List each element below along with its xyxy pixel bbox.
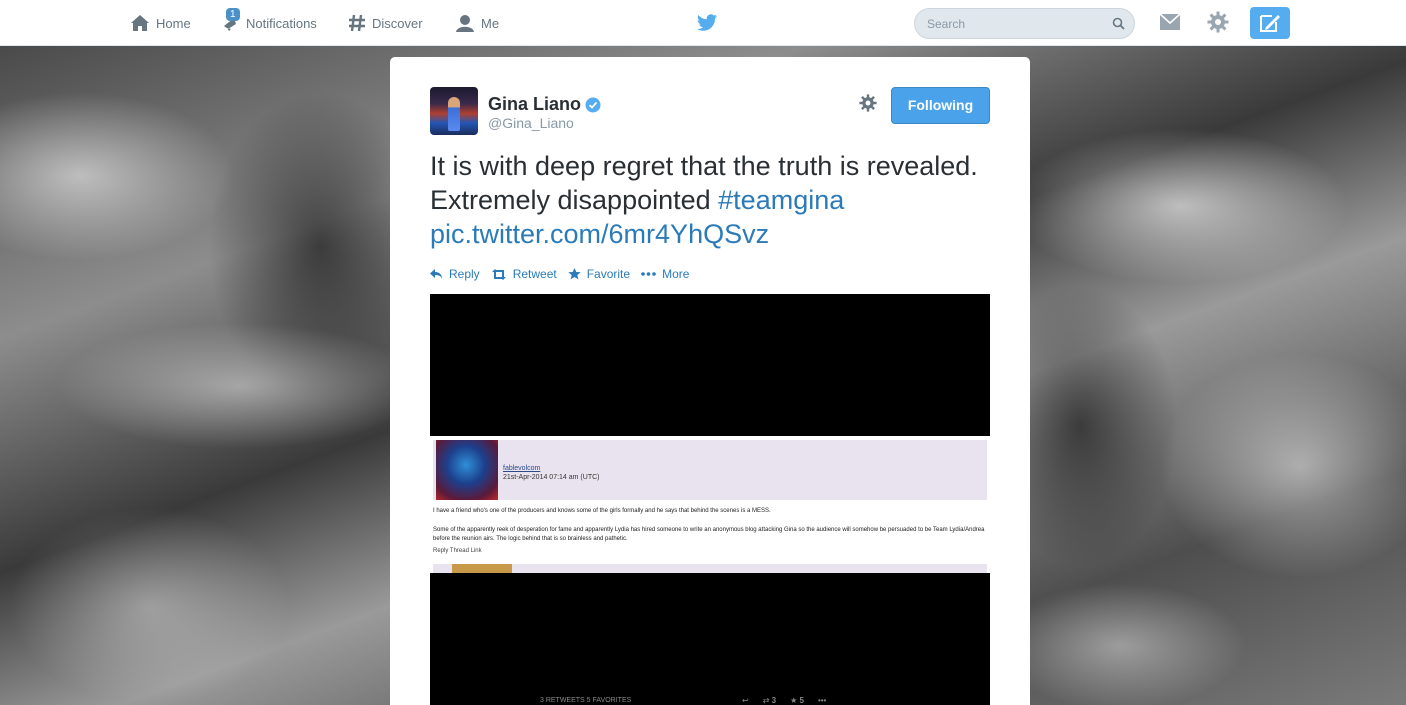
media-footer: 3 RETWEETS 5 FAVORITES ↩ ⇄ 3 ★ 5 ••• <box>430 696 990 705</box>
retweet-label: Retweet <box>512 267 557 281</box>
screenshot-divider <box>433 564 987 573</box>
reply-icon <box>430 268 442 279</box>
compose-tweet-button[interactable] <box>1250 7 1290 39</box>
avatar-figure <box>448 97 460 131</box>
retweet-icon <box>491 268 506 280</box>
favorite-label: Favorite <box>586 267 631 281</box>
hashtag-link[interactable]: #teamgina <box>718 185 844 215</box>
nav-discover[interactable]: Discover <box>348 12 423 34</box>
media-retweet-number: 3 <box>771 696 777 705</box>
settings-icon[interactable] <box>1207 11 1229 33</box>
search-icon[interactable] <box>1112 17 1125 30</box>
retweet-action[interactable]: Retweet <box>491 267 557 281</box>
pic-link[interactable]: pic.twitter.com/6mr4YhQSvz <box>430 219 769 249</box>
home-icon <box>131 15 149 31</box>
nav-home[interactable]: Home <box>130 12 191 34</box>
more-icon <box>641 272 656 276</box>
media-favorite-count[interactable]: ★ 5 <box>790 696 804 705</box>
avatar[interactable] <box>430 87 478 135</box>
nav-home-label: Home <box>156 15 191 31</box>
screenshot-line: I have a friend who's one of the produce… <box>433 508 771 514</box>
tweet-text: It is with deep regret that the truth is… <box>430 149 1000 251</box>
verified-icon <box>585 97 601 112</box>
tweet-text-body: It is with deep regret that the truth is… <box>430 151 978 215</box>
nav-me-label: Me <box>481 15 500 31</box>
tweet-media-image[interactable]: fablevolcom 21st-Apr-2014 07:14 am (UTC)… <box>430 294 990 705</box>
search-box <box>914 8 1135 39</box>
media-favorite-number: 5 <box>799 696 804 705</box>
more-action[interactable]: More <box>641 267 689 281</box>
screenshot-avatar <box>436 440 498 500</box>
screenshot-date: 21st-Apr-2014 07:14 am (UTC) <box>503 474 600 481</box>
media-retweet-count[interactable]: ⇄ 3 <box>763 696 776 705</box>
me-icon <box>456 15 474 32</box>
favorite-icon <box>568 268 581 280</box>
screenshot-content: fablevolcom 21st-Apr-2014 07:14 am (UTC)… <box>430 436 990 573</box>
screenshot-links: Reply Thread Link <box>433 548 482 554</box>
notifications-badge: 1 <box>226 8 240 21</box>
messages-icon[interactable] <box>1159 11 1181 33</box>
media-footer-actions: ↩ ⇄ 3 ★ 5 ••• <box>742 696 840 705</box>
screenshot-paragraph: Some of the apparently reek of desperati… <box>433 527 985 542</box>
nav-me[interactable]: Me <box>455 12 499 34</box>
tweet-actions: Reply Retweet Favorite More <box>430 267 700 281</box>
reply-label: Reply <box>449 267 480 281</box>
media-more-icon[interactable]: ••• <box>818 696 826 705</box>
screenshot-thumbnail <box>452 564 512 573</box>
nav-discover-label: Discover <box>372 15 423 31</box>
user-actions-gear-icon[interactable] <box>859 94 877 112</box>
nav-notifications-label: Notifications <box>246 15 317 31</box>
more-label: More <box>662 267 690 281</box>
reply-action[interactable]: Reply <box>430 267 480 281</box>
favorite-action[interactable]: Favorite <box>568 267 630 281</box>
author-name-text: Gina Liano <box>488 94 582 114</box>
following-button[interactable]: Following <box>891 87 990 124</box>
media-reply-icon[interactable]: ↩ <box>742 696 749 705</box>
top-navigation-bar: Home 1 Notifications Discover Me <box>0 0 1406 46</box>
twitter-bird-icon[interactable] <box>696 13 718 33</box>
media-footer-counts: 3 RETWEETS 5 FAVORITES <box>540 697 632 704</box>
screenshot-username: fablevolcom <box>503 465 541 472</box>
nav-notifications[interactable]: 1 Notifications <box>222 8 317 34</box>
discover-icon <box>349 14 365 32</box>
screenshot-header: fablevolcom 21st-Apr-2014 07:14 am (UTC) <box>433 440 987 500</box>
tweet-author-handle[interactable]: @Gina_Liano <box>488 115 574 131</box>
compose-icon <box>1260 15 1280 32</box>
search-input[interactable] <box>915 9 1095 38</box>
tweet-card: Gina Liano @Gina_Liano Following It is w… <box>390 57 1030 705</box>
tweet-author-name[interactable]: Gina Liano <box>488 94 601 115</box>
